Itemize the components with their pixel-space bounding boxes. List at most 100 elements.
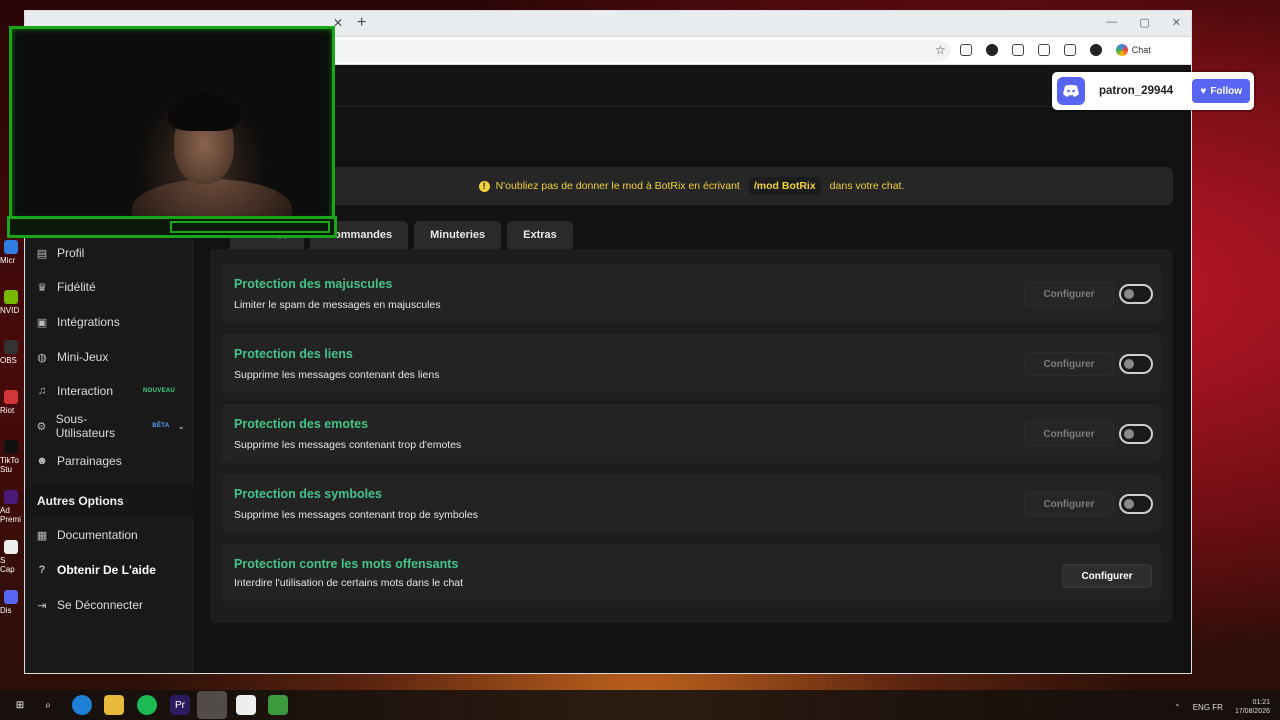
protection-toggle[interactable] (1119, 424, 1153, 444)
follow-button[interactable]: ♥ Follow (1192, 79, 1250, 103)
document-icon[interactable] (236, 695, 256, 715)
desktop-icon[interactable]: Riot (0, 390, 22, 430)
toggle-knob (1124, 429, 1134, 439)
card-title: Protection des liens (234, 347, 353, 361)
sidebar-item-fidelite[interactable]: ♛ Fidélité (35, 275, 185, 299)
integrations-icon: ▣ (36, 316, 48, 329)
tab-extras[interactable]: Extras (507, 221, 573, 249)
new-badge: NOUVEAU (143, 388, 176, 394)
maximize-button[interactable]: ▢ (1139, 16, 1149, 29)
protection-toggle[interactable] (1119, 494, 1153, 514)
protection-card-majuscules: Protection des majuscules Limiter le spa… (222, 264, 1161, 323)
protection-toggle[interactable] (1119, 354, 1153, 374)
card-description: Supprime les messages contenant trop d'e… (234, 439, 462, 451)
sidebar-section-title: Autres Options (25, 485, 193, 517)
profile-avatar[interactable] (1089, 44, 1102, 56)
sidebar-item-interaction[interactable]: ♫ Interaction NOUVEAU (35, 379, 185, 403)
address-bar[interactable] (325, 40, 950, 62)
sidebar-item-profil[interactable]: ▤ Profil (35, 241, 185, 265)
configure-button[interactable]: Configurer (1024, 352, 1114, 376)
mod-notice-banner: ! N'oubliez pas de donner le mod à BotRi… (210, 167, 1173, 205)
sidebar-item-integrations[interactable]: ▣ Intégrations (35, 310, 185, 334)
edge-icon[interactable] (72, 695, 92, 715)
protection-card-symboles: Protection des symboles Supprime les mes… (222, 474, 1161, 533)
sidebar-item-aide[interactable]: ? Obtenir De L'aide (35, 558, 185, 582)
chevron-down-icon[interactable]: ⌄ (177, 421, 185, 432)
lang-indicator[interactable]: ENG FR (1193, 703, 1223, 712)
extension-icon[interactable] (959, 44, 972, 56)
tray-chevron-icon[interactable]: ⌃ (1174, 703, 1181, 712)
card-description: Interdire l'utilisation de certains mots… (234, 577, 464, 589)
search-icon[interactable]: ⌕ (38, 695, 58, 715)
discord-username: patron_29944 (1099, 85, 1174, 97)
sidebar-item-mini-jeux[interactable]: ◍ Mini-Jeux (35, 345, 185, 369)
system-tray: ⌃ ENG FR 01:21 17/08/2026 (1174, 698, 1270, 716)
desktop-icon[interactable]: S Cap (0, 540, 22, 580)
extension-icon[interactable] (985, 44, 998, 56)
desktop-icon[interactable]: NVID (0, 290, 22, 330)
clock[interactable]: 01:21 17/08/2026 (1235, 698, 1270, 716)
desktop-icon[interactable]: Micr (0, 240, 22, 280)
extension-icon[interactable] (1037, 44, 1050, 56)
extensions-puzzle-icon[interactable] (1063, 44, 1076, 56)
desktop-icon[interactable]: Dis (0, 590, 22, 630)
toggle-knob (1124, 359, 1134, 369)
sidebar-item-sous-utilisateurs[interactable]: ⚙ Sous-Utilisateurs BÊTA ⌄ (35, 412, 185, 440)
bookmark-star-icon[interactable]: ☆ (935, 43, 946, 57)
protections-panel: Protection des majuscules Limiter le spa… (210, 249, 1173, 623)
desktop-icon[interactable]: OBS (0, 340, 22, 380)
folder-icon[interactable] (104, 695, 124, 715)
card-description: Limiter le spam de messages en majuscule… (234, 299, 441, 311)
webcam-feed (9, 26, 335, 222)
sidebar-item-documentation[interactable]: ▦ Documentation (35, 523, 185, 547)
card-title: Protection contre les mots offensants (234, 557, 459, 571)
toolbar-icons: ☆ Chat (935, 43, 1151, 57)
minimize-button[interactable]: — (1106, 16, 1117, 29)
spotify-icon[interactable] (137, 695, 157, 715)
new-tab-button[interactable]: + (357, 14, 366, 32)
protection-toggle[interactable] (1119, 284, 1153, 304)
help-icon: ? (38, 564, 46, 576)
webcam-name-bar (7, 216, 337, 238)
chrome-icon[interactable] (197, 691, 227, 719)
sidebar-item-parrainages[interactable]: ☻ Parrainages (35, 449, 185, 473)
warning-icon: ! (478, 180, 490, 192)
windows-start-icon[interactable]: ⊞ (10, 695, 30, 715)
chat-logo-icon (1115, 44, 1128, 56)
protection-card-emotes: Protection des emotes Supprime les messa… (222, 404, 1161, 463)
premiere-icon[interactable]: Pr (170, 695, 190, 715)
sidebar-item-deconnexion[interactable]: ⇥ Se Déconnecter (35, 593, 185, 617)
configure-button[interactable]: Configurer (1062, 564, 1152, 588)
card-title: Protection des symboles (234, 487, 382, 501)
tab-minuteries[interactable]: Minuteries (414, 221, 502, 249)
minecraft-icon[interactable] (268, 695, 288, 715)
command-code: /mod BotRix (748, 177, 821, 195)
extension-icon[interactable] (1011, 44, 1024, 56)
users-cog-icon: ⚙ (36, 420, 47, 433)
card-title: Protection des majuscules (234, 277, 393, 291)
desktop-icon[interactable]: TikTo Stu (0, 440, 22, 480)
card-description: Supprime les messages contenant des lien… (234, 369, 440, 381)
book-icon: ▦ (36, 529, 48, 542)
desktop-icons: Micr NVID OBS Riot TikTo Stu Ad Premi S … (0, 240, 24, 640)
configure-button[interactable]: Configurer (1024, 282, 1114, 306)
protection-card-mots-offensants: Protection contre les mots offensants In… (222, 544, 1161, 601)
taskbar: ⊞ ⌕ Pr ⌃ ENG FR 01:21 17/08/2026 (0, 690, 1280, 720)
discord-follow-widget: patron_29944 ♥ Follow (1052, 72, 1254, 110)
window-controls: — ▢ ✕ (1106, 16, 1181, 29)
card-description: Supprime les messages contenant trop de … (234, 509, 478, 521)
discord-logo-icon (1057, 77, 1085, 105)
chat-button[interactable]: Chat (1115, 44, 1151, 56)
card-title: Protection des emotes (234, 417, 369, 431)
configure-button[interactable]: Configurer (1024, 492, 1114, 516)
gamepad-icon: ◍ (37, 351, 47, 364)
heart-icon: ♥ (1200, 85, 1207, 97)
desktop-icon[interactable]: Ad Premi (0, 490, 22, 530)
trophy-icon: ♛ (37, 281, 47, 294)
configure-button[interactable]: Configurer (1024, 422, 1114, 446)
toggle-knob (1124, 289, 1134, 299)
music-icon: ♫ (37, 385, 47, 397)
close-window-button[interactable]: ✕ (1172, 16, 1181, 29)
logout-icon: ⇥ (37, 599, 47, 612)
id-card-icon: ▤ (36, 247, 48, 260)
